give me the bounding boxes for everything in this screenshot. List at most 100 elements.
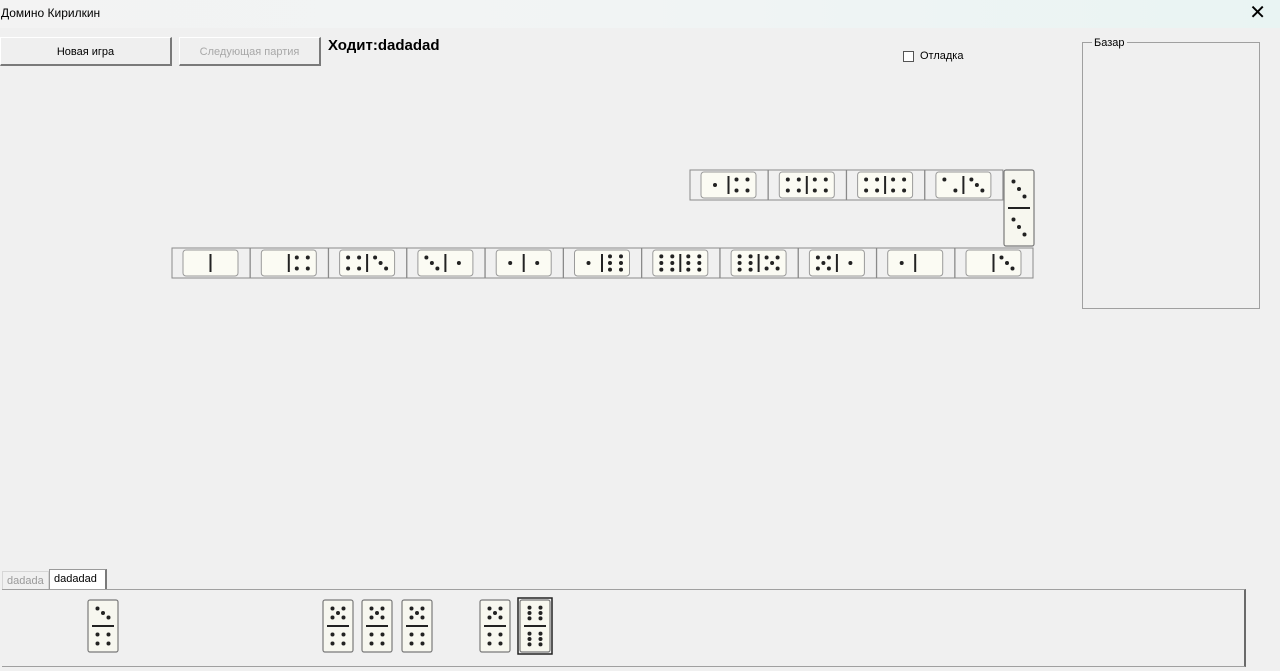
pip: [369, 641, 374, 646]
domino-tile[interactable]: [171, 247, 251, 279]
hand-tile[interactable]: [401, 599, 433, 653]
pip: [748, 261, 753, 265]
hand-tile[interactable]: [87, 599, 119, 653]
tile-face: [1003, 169, 1035, 247]
hand-tile[interactable]: [479, 599, 511, 653]
domino-tile[interactable]: [484, 247, 564, 279]
pip: [294, 266, 299, 271]
domino-tile[interactable]: [797, 247, 877, 279]
pip: [380, 615, 385, 620]
tile-slot: [797, 247, 877, 279]
pip: [527, 616, 532, 621]
pip: [498, 615, 503, 620]
pip: [953, 188, 958, 193]
pip: [686, 267, 691, 272]
pip: [415, 611, 419, 615]
pip: [942, 177, 947, 182]
close-icon[interactable]: ✕: [1249, 2, 1266, 24]
pip: [796, 188, 801, 193]
domino-tile[interactable]: [641, 247, 721, 279]
hand-tile[interactable]: [322, 599, 354, 653]
pip: [775, 266, 780, 271]
pip: [659, 267, 664, 272]
pip: [106, 632, 111, 637]
debug-checkbox[interactable]: [903, 50, 914, 62]
tile-face: [260, 249, 317, 277]
pip: [346, 255, 351, 260]
pip: [670, 261, 675, 265]
pip: [823, 188, 828, 193]
domino-tile[interactable]: [563, 247, 642, 279]
pip: [745, 177, 750, 182]
pip: [294, 255, 299, 260]
pip: [538, 611, 543, 615]
pip: [538, 605, 543, 610]
pip: [1017, 187, 1021, 191]
pip: [770, 261, 775, 265]
pip: [527, 637, 532, 641]
pip: [686, 254, 691, 259]
pip: [670, 267, 675, 272]
new-game-button[interactable]: Новая игра: [0, 37, 172, 66]
tile-slot: [767, 169, 847, 201]
pip: [812, 177, 817, 182]
pip: [336, 611, 340, 615]
tile-face: [730, 249, 787, 277]
pip: [487, 632, 492, 637]
pip: [409, 606, 414, 611]
pip: [748, 267, 753, 272]
domino-tile[interactable]: [719, 247, 799, 279]
pip: [527, 631, 532, 636]
pip: [608, 254, 612, 259]
pip: [697, 254, 702, 259]
domino-tile[interactable]: [689, 169, 769, 201]
pip: [1011, 217, 1016, 222]
window-title: Домино Кирилкин: [1, 6, 101, 20]
domino-tile[interactable]: [767, 169, 847, 201]
hand-tile[interactable]: [519, 599, 551, 653]
pip: [891, 177, 896, 182]
pip: [785, 177, 790, 182]
pip: [737, 267, 742, 272]
debug-toggle[interactable]: Отладка: [903, 50, 963, 62]
tile-face: [857, 171, 914, 199]
domino-tile[interactable]: [876, 247, 956, 279]
tile-slot: [328, 247, 408, 279]
pip: [737, 254, 742, 259]
debug-label: Отладка: [920, 50, 964, 62]
pip: [1010, 266, 1015, 271]
pip: [821, 261, 826, 265]
pip: [527, 611, 532, 615]
tile-slot: [719, 247, 799, 279]
next-round-button[interactable]: Следующая партия: [179, 37, 321, 66]
pip: [95, 641, 100, 646]
pip: [823, 177, 828, 182]
tile-slot: [171, 247, 251, 279]
pip: [538, 616, 543, 621]
domino-tile[interactable]: [954, 247, 1034, 279]
pip: [586, 261, 591, 265]
tile-slot: [249, 247, 329, 279]
pip: [330, 606, 335, 611]
tile-face: [700, 171, 757, 199]
domino-tile[interactable]: [249, 247, 329, 279]
pip: [409, 615, 414, 620]
hand-panel: [2, 589, 1246, 667]
pip: [748, 254, 753, 259]
domino-tile[interactable]: [406, 247, 486, 279]
domino-tile[interactable]: [328, 247, 408, 279]
pip: [341, 615, 346, 620]
pip: [1022, 232, 1027, 237]
pip: [891, 188, 896, 193]
tile-face: [808, 249, 865, 277]
domino-tile[interactable]: [924, 169, 1004, 201]
pip: [435, 266, 440, 271]
domino-corner-tile[interactable]: [1003, 169, 1035, 247]
hand-tile[interactable]: [361, 599, 393, 653]
domino-tile[interactable]: [846, 169, 926, 201]
tab-player-1[interactable]: dadada: [2, 571, 49, 589]
pip: [456, 261, 461, 265]
tile-slot: [563, 247, 642, 279]
tab-player-2[interactable]: dadadad: [49, 569, 107, 589]
pip: [420, 641, 425, 646]
